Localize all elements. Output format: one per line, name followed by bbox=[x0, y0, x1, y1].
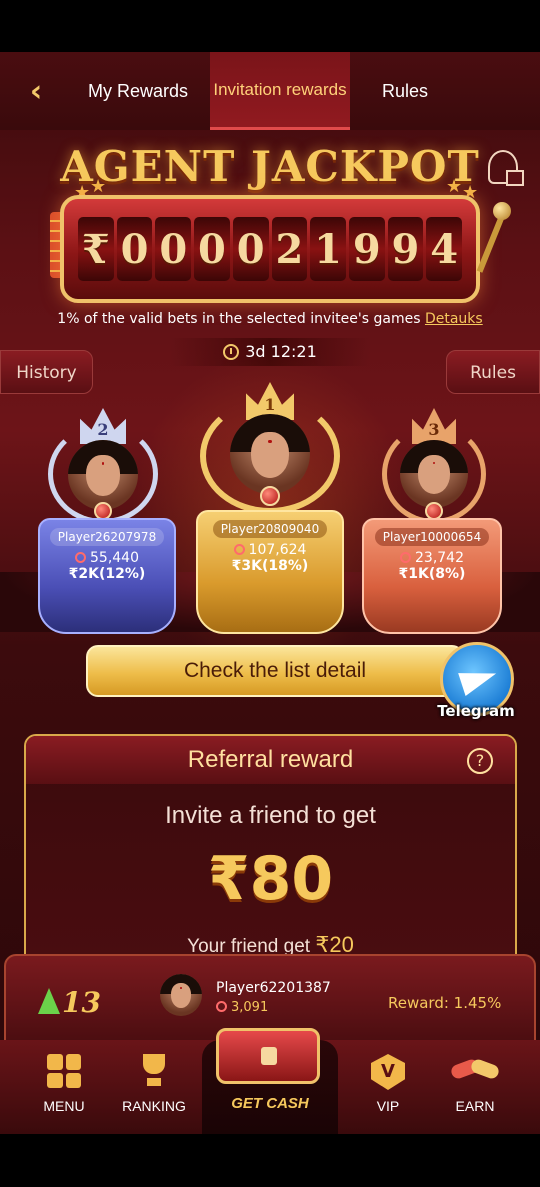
player-name: Player20809040 bbox=[212, 520, 328, 538]
avatar bbox=[400, 440, 468, 508]
jackpot-digit: 2 bbox=[271, 217, 308, 281]
rules-button[interactable]: Rules bbox=[446, 350, 540, 394]
jackpot-digit: 4 bbox=[426, 217, 463, 281]
avatar bbox=[160, 974, 202, 1016]
bronze-crown-icon: 3 bbox=[412, 408, 456, 444]
gem-icon bbox=[260, 486, 280, 506]
help-icon[interactable]: ? bbox=[467, 748, 493, 774]
avatar bbox=[68, 440, 138, 510]
coin-icon bbox=[233, 544, 245, 555]
nav-vip-label: VIP bbox=[376, 1098, 400, 1114]
player-score: 55,440 bbox=[40, 550, 174, 566]
jackpot-title: AGENT JACKPOT bbox=[60, 142, 480, 191]
nav-ranking[interactable]: RANKING bbox=[112, 1040, 196, 1134]
nav-menu-label: MENU bbox=[43, 1098, 85, 1114]
score-value: 23,742 bbox=[415, 550, 464, 566]
coin-icon bbox=[75, 552, 86, 563]
lever-icon bbox=[476, 202, 511, 294]
player-name: Player26207978 bbox=[49, 528, 165, 546]
coin-icon bbox=[216, 1001, 227, 1012]
jackpot-digit: 0 bbox=[155, 217, 192, 281]
jackpot-digit: 0 bbox=[116, 217, 153, 281]
nav-vip[interactable]: V VIP bbox=[348, 1040, 428, 1134]
jackpot-digit: 9 bbox=[348, 217, 385, 281]
jackpot-digit: ₹ bbox=[78, 217, 114, 281]
silver-crown-icon: 2 bbox=[80, 408, 126, 444]
player-score: 23,742 bbox=[364, 550, 500, 566]
podium-card-rank-1: Player20809040 107,624 ₹3K(18%) bbox=[196, 510, 344, 634]
invitation-rewards-screen: ‹ My Rewards Invitation rewards Rules ★ … bbox=[0, 52, 540, 1134]
history-button[interactable]: History bbox=[0, 350, 93, 394]
user-gift-icon[interactable] bbox=[488, 150, 524, 186]
menu-icon bbox=[47, 1054, 81, 1088]
rank-number: 3 bbox=[428, 420, 440, 439]
my-score-value: 3,091 bbox=[231, 1000, 269, 1015]
player-prize: ₹1K(8%) bbox=[398, 566, 466, 582]
rank-value: 13 bbox=[62, 986, 101, 1019]
rank-number: 1 bbox=[264, 395, 276, 414]
trophy-icon bbox=[137, 1054, 171, 1088]
tab-my-rewards[interactable]: My Rewards bbox=[70, 52, 206, 130]
nav-get-cash-label: GET CASH bbox=[231, 1095, 309, 1112]
nav-menu[interactable]: MENU bbox=[24, 1040, 104, 1134]
player-name: Player10000654 bbox=[374, 528, 490, 546]
treasure-chest-icon bbox=[216, 1028, 320, 1084]
nav-earn-label: EARN bbox=[455, 1098, 495, 1114]
nav-earn[interactable]: EARN bbox=[434, 1040, 516, 1134]
my-score: 3,091 bbox=[216, 1000, 268, 1015]
podium-card-rank-3: Player10000654 23,742 ₹1K(8%) bbox=[362, 518, 502, 634]
podium-card-rank-2: Player26207978 55,440 ₹2K(12%) bbox=[38, 518, 176, 634]
jackpot-digit: 9 bbox=[387, 217, 424, 281]
referral-title: Referral reward bbox=[26, 736, 515, 784]
header-bar: ‹ My Rewards Invitation rewards Rules bbox=[0, 52, 540, 130]
invite-text: Invite a friend to get bbox=[165, 802, 376, 829]
coin-icon bbox=[400, 552, 411, 563]
tab-invitation-rewards[interactable]: Invitation rewards bbox=[210, 52, 350, 130]
details-link[interactable]: Detauks bbox=[425, 311, 483, 327]
nav-ranking-label: RANKING bbox=[122, 1098, 186, 1114]
jackpot-digit: 0 bbox=[232, 217, 269, 281]
score-value: 55,440 bbox=[90, 550, 139, 566]
player-prize: ₹3K(18%) bbox=[231, 558, 309, 574]
jackpot-description: 1% of the valid bets in the selected inv… bbox=[0, 311, 540, 327]
player-prize: ₹2K(12%) bbox=[68, 566, 146, 582]
jackpot-percent: 1% bbox=[57, 311, 80, 327]
jackpot-desc-text: of the valid bets in the selected invite… bbox=[79, 311, 425, 327]
vip-icon: V bbox=[371, 1054, 405, 1090]
back-arrow-icon[interactable]: ‹ bbox=[18, 74, 54, 110]
check-list-button[interactable]: Check the list detail bbox=[86, 645, 464, 697]
arrow-up-icon bbox=[38, 988, 60, 1014]
rank-number: 2 bbox=[97, 420, 109, 439]
score-value: 107,624 bbox=[248, 542, 307, 558]
bottom-nav: MENU RANKING GET CASH V VIP EARN bbox=[0, 1028, 540, 1134]
jackpot-digit: 1 bbox=[310, 217, 346, 281]
player-score: 107,624 bbox=[198, 542, 342, 558]
referral-amount: ₹80 bbox=[207, 844, 334, 914]
tab-rules[interactable]: Rules bbox=[350, 52, 460, 130]
jackpot-counter: ₹ 0 0 0 0 2 1 9 9 4 bbox=[60, 195, 480, 303]
handshake-icon bbox=[449, 1054, 501, 1088]
my-player-name: Player62201387 bbox=[216, 980, 331, 996]
my-reward: Reward: 1.45% bbox=[388, 994, 502, 1012]
avatar bbox=[230, 414, 310, 494]
rank-change: 13 bbox=[38, 986, 101, 1019]
jackpot-digit: 0 bbox=[194, 217, 230, 281]
telegram-label[interactable]: Telegram bbox=[420, 702, 532, 720]
nav-get-cash[interactable]: GET CASH bbox=[202, 1028, 338, 1134]
referral-panel: Referral reward ? Invite a friend to get… bbox=[24, 734, 517, 970]
